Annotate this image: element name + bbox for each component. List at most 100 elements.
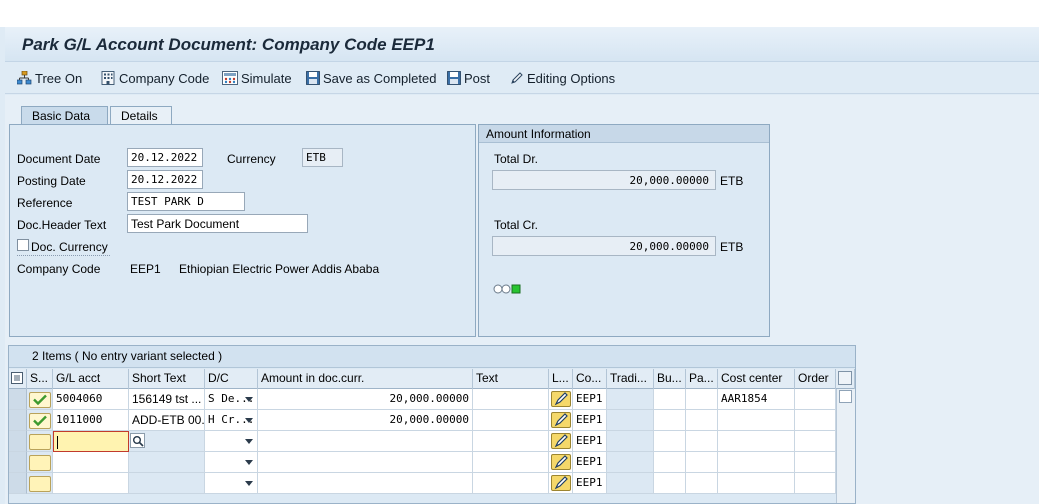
co-cell[interactable]: EEP1 [573, 452, 607, 473]
col-dc[interactable]: D/C [205, 369, 258, 389]
amount-cell[interactable]: 20,000.00000 [258, 389, 473, 410]
pa-cell[interactable] [686, 452, 718, 473]
vertical-scrollbar[interactable] [836, 389, 855, 503]
short-text-cell[interactable]: 156149 tst ... [129, 389, 205, 410]
col-pa[interactable]: Pa... [686, 369, 718, 389]
chevron-down-icon[interactable] [245, 460, 253, 465]
col-bu[interactable]: Bu... [654, 369, 686, 389]
search-help-button[interactable] [130, 433, 145, 448]
text-cell[interactable] [473, 410, 549, 431]
chevron-down-icon[interactable] [245, 481, 253, 486]
dc-cell[interactable]: H Cr... [205, 410, 258, 431]
chevron-down-icon[interactable] [245, 418, 253, 423]
order-cell[interactable] [795, 410, 836, 431]
pa-cell[interactable] [686, 410, 718, 431]
short-text-cell[interactable]: ADD-ETB 00... [129, 410, 205, 431]
text-cell[interactable] [473, 431, 549, 452]
col-order[interactable]: Order [795, 369, 836, 389]
gl-acct-cell[interactable] [53, 431, 129, 452]
tab-basic-data[interactable]: Basic Data [21, 106, 108, 125]
short-text-cell[interactable] [129, 431, 205, 452]
col-text[interactable]: Text [473, 369, 549, 389]
reference-field[interactable]: TEST PARK D [127, 192, 245, 211]
order-cell[interactable] [795, 431, 836, 452]
editing-options-button[interactable]: Editing Options [510, 69, 615, 87]
text-cell[interactable] [473, 473, 549, 494]
currency-field[interactable]: ETB [302, 148, 343, 167]
chevron-down-icon[interactable] [245, 439, 253, 444]
amount-cell[interactable] [258, 452, 473, 473]
bu-cell[interactable] [654, 410, 686, 431]
tree-on-button[interactable]: Tree On [17, 69, 82, 87]
table-row[interactable]: EEP1 [9, 431, 855, 452]
gl-acct-cell[interactable] [53, 473, 129, 494]
doc-header-text-field[interactable]: Test Park Document [127, 214, 308, 233]
row-selector[interactable] [9, 473, 27, 494]
col-co[interactable]: Co... [573, 369, 607, 389]
cost-center-cell[interactable] [718, 473, 795, 494]
table-row[interactable]: EEP1 [9, 473, 855, 494]
bu-cell[interactable] [654, 431, 686, 452]
col-gl-acct[interactable]: G/L acct [53, 369, 129, 389]
col-cost-center[interactable]: Cost center [718, 369, 795, 389]
row-selector[interactable] [9, 410, 27, 431]
col-status[interactable]: S... [27, 369, 53, 389]
short-text-cell[interactable] [129, 452, 205, 473]
col-trading[interactable]: Tradi... [607, 369, 654, 389]
amount-cell[interactable] [258, 473, 473, 494]
column-settings-icon[interactable] [836, 369, 855, 389]
cost-center-cell[interactable] [718, 410, 795, 431]
row-selector[interactable] [9, 389, 27, 410]
total-cr-field[interactable]: 20,000.00000 [492, 236, 716, 256]
pa-cell[interactable] [686, 389, 718, 410]
chevron-down-icon[interactable] [245, 397, 253, 402]
amount-cell[interactable] [258, 431, 473, 452]
row-selector[interactable] [9, 431, 27, 452]
co-cell[interactable]: EEP1 [573, 431, 607, 452]
long-text-cell[interactable] [549, 410, 573, 431]
company-code-button[interactable]: Company Code [101, 69, 209, 87]
co-cell[interactable]: EEP1 [573, 473, 607, 494]
text-cell[interactable] [473, 452, 549, 473]
save-as-completed-button[interactable]: Save as Completed [306, 69, 436, 87]
table-row[interactable]: 1011000 ADD-ETB 00... H Cr... 20,000.000… [9, 410, 855, 431]
long-text-cell[interactable] [549, 389, 573, 410]
table-row[interactable]: EEP1 [9, 452, 855, 473]
bu-cell[interactable] [654, 473, 686, 494]
long-text-cell[interactable] [549, 452, 573, 473]
amount-cell[interactable]: 20,000.00000 [258, 410, 473, 431]
cost-center-cell[interactable] [718, 452, 795, 473]
table-row[interactable]: 5004060 156149 tst ... S De... 20,000.00… [9, 389, 855, 410]
document-date-field[interactable]: 20.12.2022 [127, 148, 203, 167]
layout-menu-icon[interactable] [9, 369, 27, 389]
order-cell[interactable] [795, 473, 836, 494]
total-dr-field[interactable]: 20,000.00000 [492, 170, 716, 190]
dc-cell[interactable]: S De... [205, 389, 258, 410]
pa-cell[interactable] [686, 473, 718, 494]
scroll-up-button[interactable] [839, 390, 852, 403]
simulate-button[interactable]: Simulate [222, 69, 292, 87]
short-text-cell[interactable] [129, 473, 205, 494]
post-button[interactable]: Post [447, 69, 490, 87]
long-text-cell[interactable] [549, 431, 573, 452]
posting-date-field[interactable]: 20.12.2022 [127, 170, 203, 189]
dc-cell[interactable] [205, 452, 258, 473]
gl-acct-cell[interactable]: 1011000 [53, 410, 129, 431]
gl-acct-cell[interactable]: 5004060 [53, 389, 129, 410]
pa-cell[interactable] [686, 431, 718, 452]
order-cell[interactable] [795, 389, 836, 410]
dc-cell[interactable] [205, 431, 258, 452]
tab-details[interactable]: Details [110, 106, 172, 125]
dc-cell[interactable] [205, 473, 258, 494]
text-cell[interactable] [473, 389, 549, 410]
col-short-text[interactable]: Short Text [129, 369, 205, 389]
bu-cell[interactable] [654, 389, 686, 410]
cost-center-cell[interactable] [718, 431, 795, 452]
doc-currency-checkbox[interactable] [17, 239, 29, 251]
row-selector[interactable] [9, 452, 27, 473]
co-cell[interactable]: EEP1 [573, 410, 607, 431]
bu-cell[interactable] [654, 452, 686, 473]
col-l[interactable]: L... [549, 369, 573, 389]
cost-center-cell[interactable]: AAR1854 [718, 389, 795, 410]
co-cell[interactable]: EEP1 [573, 389, 607, 410]
